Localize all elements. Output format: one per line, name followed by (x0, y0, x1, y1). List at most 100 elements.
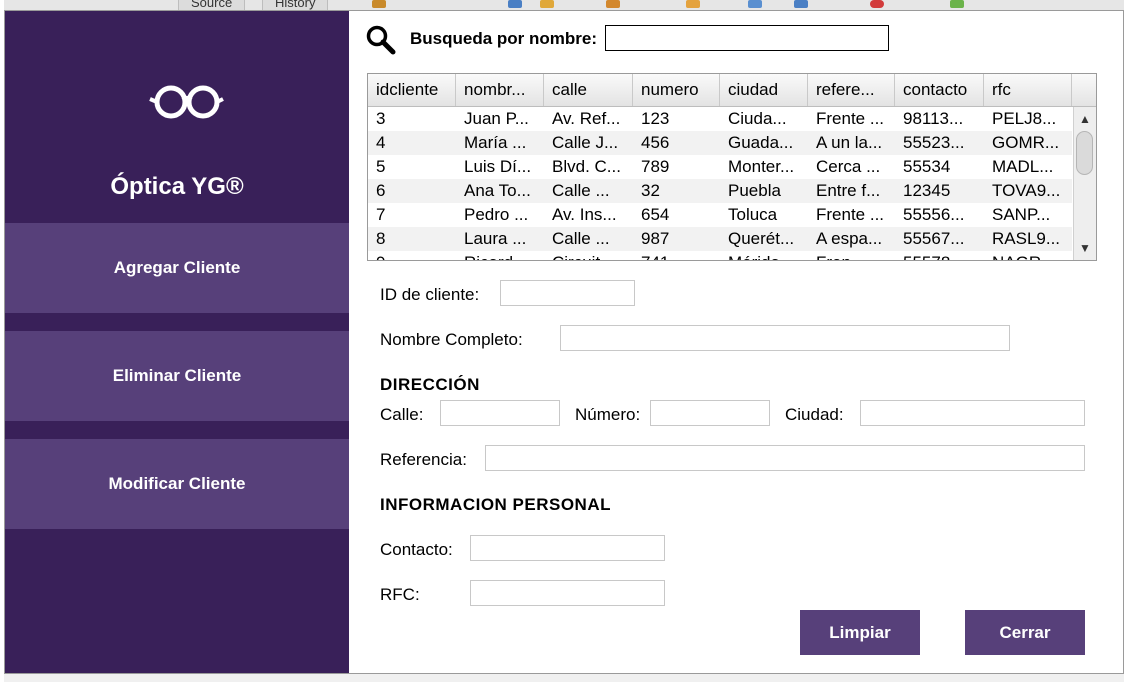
table-cell: TOVA9... (992, 181, 1061, 200)
table-cell: 6 (376, 181, 386, 200)
table-cell: 789 (641, 157, 670, 176)
table-cell: Laura ... (464, 229, 527, 248)
table-cell: Calle J... (552, 133, 619, 152)
nombre-field[interactable] (560, 325, 1010, 351)
ciudad-field[interactable] (860, 400, 1085, 426)
column-header[interactable]: calle (544, 74, 633, 106)
scroll-up-arrow-icon[interactable]: ▲ (1074, 109, 1096, 129)
contacto-label: Contacto: (380, 540, 453, 559)
table-cell: Ciuda... (728, 109, 787, 128)
background-ide-toolbar: Source History (0, 0, 1132, 12)
table-row[interactable]: 6 Ana To... Calle ... 32 Puebla Entre f... 123… (368, 179, 1072, 203)
ide-tool-icon[interactable] (686, 0, 700, 8)
ide-tool-icon[interactable] (794, 0, 808, 8)
ide-tool-icon[interactable] (950, 0, 964, 8)
personal-info-section-title: INFORMACION PERSONAL (380, 495, 611, 514)
numero-field[interactable] (650, 400, 770, 426)
clear-button[interactable]: Limpiar (800, 610, 920, 655)
table-cell: A un la... (816, 133, 883, 152)
scrollbar-thumb[interactable] (1076, 131, 1093, 175)
rfc-field[interactable] (470, 580, 665, 606)
ide-tool-icon[interactable] (606, 0, 620, 8)
table-cell: Calle ... (552, 229, 610, 248)
table-row[interactable]: 3 Juan P... Av. Ref... 123 Ciuda... Frente ..… (368, 107, 1072, 131)
table-row[interactable]: 8 Laura ... Calle ... 987 Querét... A espa...… (368, 227, 1072, 251)
customer-window: Óptica YG® Agregar Cliente Eliminar Clie… (4, 10, 1124, 674)
table-scrollbar[interactable]: ▲ ▼ (1073, 107, 1096, 260)
add-customer-button[interactable]: Agregar Cliente (5, 223, 349, 313)
referencia-field[interactable] (485, 445, 1085, 471)
search-icon (366, 25, 396, 55)
table-cell: Frente ... (816, 205, 885, 224)
table-cell: MADL... (992, 157, 1054, 176)
column-header[interactable]: ciudad (720, 74, 808, 106)
ide-tool-icon[interactable] (540, 0, 554, 8)
table-cell: Av. Ref... (552, 109, 621, 128)
numero-label: Número: (575, 405, 641, 424)
ciudad-label: Ciudad: (785, 405, 844, 424)
table-cell: Blvd. C... (552, 157, 621, 176)
brand-title: Óptica YG® (110, 173, 244, 200)
table-cell: 654 (641, 205, 670, 224)
table-cell: GOMR... (992, 133, 1060, 152)
ide-tool-icon[interactable] (870, 0, 884, 8)
table-cell: Guada... (728, 133, 794, 152)
table-cell: 741 (633, 251, 720, 260)
column-header[interactable]: idcliente (368, 74, 456, 106)
id-label: ID de cliente: (380, 285, 480, 304)
column-header[interactable]: refere... (808, 74, 895, 106)
table-cell: María ... (464, 133, 527, 152)
table-cell: Querét... (728, 229, 795, 248)
table-cell: Fren... (808, 251, 895, 260)
ide-tool-icon[interactable] (372, 0, 386, 8)
scroll-down-arrow-icon[interactable]: ▼ (1074, 238, 1096, 258)
table-cell: SANP... (992, 205, 1051, 224)
table-row[interactable]: 4 María ... Calle J... 456 Guada... A un la..… (368, 131, 1072, 155)
column-header[interactable]: contacto (895, 74, 984, 106)
table-cell: 12345 (903, 181, 951, 200)
table-cell: 123 (641, 109, 670, 128)
delete-customer-button[interactable]: Eliminar Cliente (5, 331, 349, 421)
table-cell: 5 (376, 157, 386, 176)
nombre-label: Nombre Completo: (380, 330, 523, 349)
table-cell: Toluca (728, 205, 778, 224)
clients-table[interactable]: idcliente nombr... calle numero ciudad refere… (367, 73, 1097, 261)
table-cell: Mérida (720, 251, 808, 260)
table-cell: 55556... (903, 205, 965, 224)
table-cell: Luis Dí... (464, 157, 532, 176)
ide-tool-icon[interactable] (748, 0, 762, 8)
background-ide-right-edge (1124, 0, 1132, 682)
modify-customer-button[interactable]: Modificar Cliente (5, 439, 349, 529)
column-header[interactable]: numero (633, 74, 720, 106)
search-input[interactable] (605, 25, 889, 51)
table-row[interactable]: 9Ricard...Circuit...741MéridaFren...5557… (368, 251, 1072, 260)
id-field[interactable] (500, 280, 635, 306)
table-cell: A espa... (816, 229, 883, 248)
table-cell: Juan P... (464, 109, 529, 128)
sidebar: Óptica YG® Agregar Cliente Eliminar Clie… (5, 11, 349, 673)
table-row[interactable]: 7 Pedro ... Av. Ins... 654 Toluca Frente ... 5… (368, 203, 1072, 227)
table-cell: 9 (368, 251, 456, 260)
table-cell: Puebla (728, 181, 781, 200)
close-button[interactable]: Cerrar (965, 610, 1085, 655)
calle-label: Calle: (380, 405, 424, 424)
contacto-field[interactable] (470, 535, 665, 561)
table-cell: PELJ8... (992, 109, 1057, 128)
table-row[interactable]: 5 Luis Dí... Blvd. C... 789 Monter... Cerca .… (368, 155, 1072, 179)
table-cell: Ricard... (456, 251, 544, 260)
table-cell: Monter... (728, 157, 795, 176)
calle-field[interactable] (440, 400, 560, 426)
column-header[interactable]: rfc (984, 74, 1072, 106)
table-cell: 55534 (903, 157, 951, 176)
table-cell: RASL9... (992, 229, 1061, 248)
table-cell: 4 (376, 133, 386, 152)
table-cell: 55578... (895, 251, 984, 260)
direccion-section-title: DIRECCIÓN (380, 375, 480, 394)
table-cell: Circuit... (544, 251, 633, 260)
table-cell: NAGR... (984, 251, 1072, 260)
column-header[interactable]: nombr... (456, 74, 544, 106)
table-cell: 3 (376, 109, 386, 128)
table-cell: Pedro ... (464, 205, 529, 224)
ide-tool-icon[interactable] (508, 0, 522, 8)
glasses-logo-icon (147, 71, 224, 140)
